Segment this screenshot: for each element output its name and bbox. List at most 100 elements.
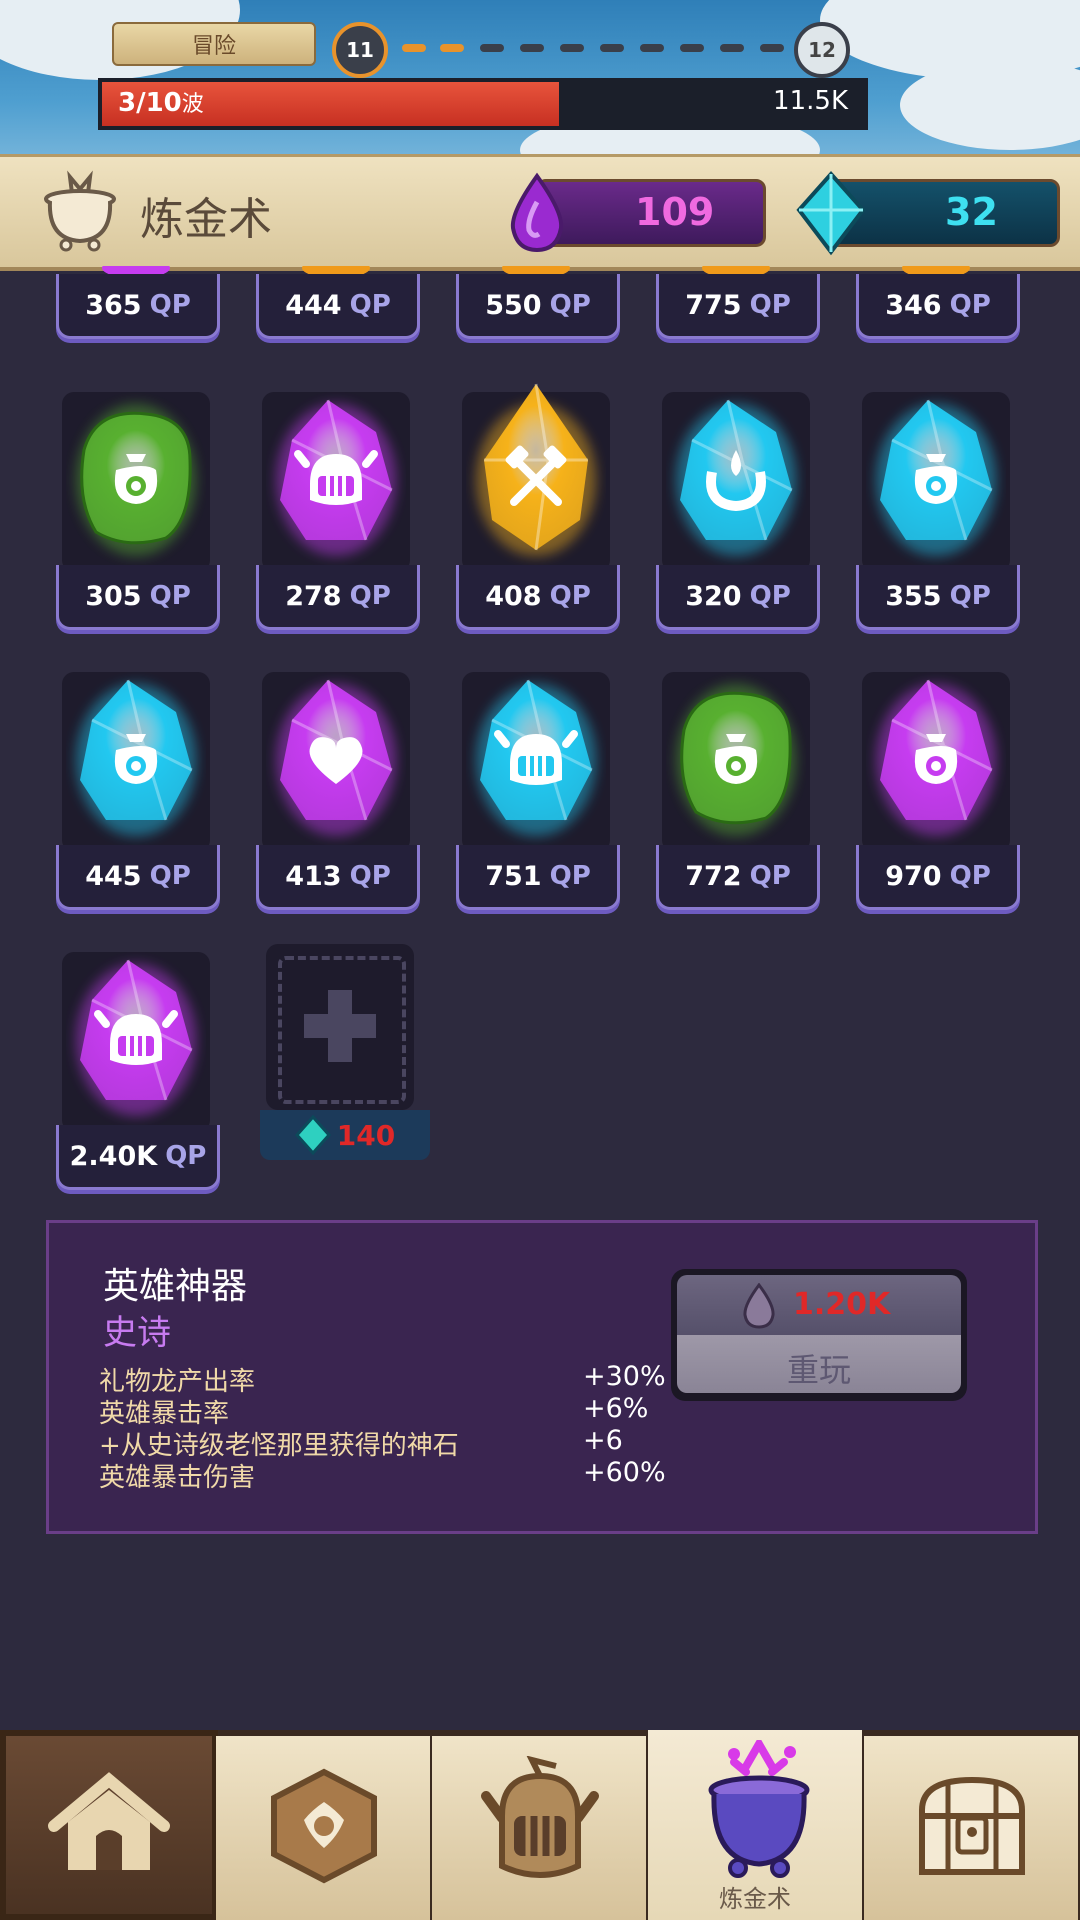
qp-unit: QP bbox=[349, 861, 391, 891]
qp-value-label: 772 QP bbox=[656, 845, 820, 910]
qp-unit: QP bbox=[349, 581, 391, 611]
qp-value-label: 355 QP bbox=[856, 565, 1020, 630]
plus-icon bbox=[304, 990, 376, 1062]
qp-value: 355 bbox=[885, 580, 942, 612]
progress-dot bbox=[480, 44, 504, 52]
qp-value: 408 bbox=[485, 580, 542, 612]
qp-unit: QP bbox=[349, 290, 391, 320]
nav-tab-hexagon[interactable] bbox=[216, 1736, 430, 1920]
artifact-slot[interactable]: 445 QP bbox=[56, 660, 220, 910]
artifact-gem bbox=[676, 399, 796, 556]
current-level: 11 bbox=[346, 38, 374, 62]
artifact-slot[interactable]: 413 QP bbox=[256, 660, 420, 910]
artifact-slot[interactable]: 772 QP bbox=[656, 660, 820, 910]
artifact-slot[interactable]: 775 QP bbox=[656, 266, 820, 360]
artifact-rarity: 史诗 bbox=[103, 1313, 171, 1353]
artifact-slot[interactable]: 365 QP bbox=[56, 266, 220, 360]
qp-value: 320 bbox=[685, 580, 742, 612]
house-icon bbox=[48, 1772, 170, 1870]
artifact-slot[interactable]: 320 QP bbox=[656, 380, 820, 630]
artifact-gem bbox=[76, 679, 196, 836]
gem-currency-panel: 32 bbox=[796, 170, 1060, 256]
artifact-grid: 365 QP 444 QP 550 QP 775 QP 346 QP 305 QP 278 QP 408 QP… bbox=[0, 266, 1080, 1200]
qp-value: 278 bbox=[285, 580, 342, 612]
nav-tab-chest[interactable] bbox=[864, 1736, 1078, 1920]
qp-unit: QP bbox=[149, 581, 191, 611]
artifact-slot[interactable]: 550 QP bbox=[456, 266, 620, 360]
artifact-slot[interactable]: 346 QP bbox=[856, 266, 1020, 360]
next-level-badge: 12 bbox=[794, 22, 850, 78]
qp-value: 365 bbox=[85, 289, 142, 321]
artifact-gem bbox=[276, 399, 396, 556]
qp-unit: QP bbox=[149, 861, 191, 891]
qp-value-label: 751 QP bbox=[456, 845, 620, 910]
adventure-label: 冒险 bbox=[191, 34, 236, 59]
qp-value-label: 444 QP bbox=[256, 274, 420, 339]
stat-name: 英雄暴击伤害 bbox=[99, 1463, 256, 1493]
qp-value: 772 bbox=[685, 860, 742, 892]
qp-unit: QP bbox=[949, 290, 991, 320]
progress-dot bbox=[680, 44, 704, 52]
stat-value: +6 bbox=[583, 1425, 623, 1456]
qp-value: 775 bbox=[685, 289, 742, 321]
treasure-chest-icon bbox=[919, 1776, 1025, 1875]
gem-currency-value: 32 bbox=[945, 190, 998, 234]
nav-tab-hero[interactable] bbox=[432, 1736, 646, 1920]
nav-tab-home[interactable] bbox=[0, 1730, 218, 1920]
reroll-label-area: 重玩 bbox=[677, 1335, 961, 1393]
qp-value-label: 413 QP bbox=[256, 845, 420, 910]
artifact-slot[interactable]: 970 QP bbox=[856, 660, 1020, 910]
qp-unit: QP bbox=[749, 290, 791, 320]
qp-unit: QP bbox=[549, 861, 591, 891]
artifact-gem bbox=[276, 679, 396, 836]
diamond-icon bbox=[294, 1115, 331, 1155]
qp-value-label: 278 QP bbox=[256, 565, 420, 630]
artifact-slot[interactable]: 408 QP bbox=[456, 380, 620, 630]
reroll-button[interactable]: 1.20K 重玩 bbox=[671, 1269, 967, 1401]
artifact-gem bbox=[476, 383, 596, 556]
qp-value-label: 408 QP bbox=[456, 565, 620, 630]
artifact-slot[interactable]: 2.40K QP bbox=[56, 940, 220, 1190]
reroll-label: 重玩 bbox=[786, 1351, 851, 1389]
stat-value: +60% bbox=[583, 1457, 666, 1488]
next-level: 12 bbox=[808, 38, 836, 62]
artifact-gem bbox=[876, 399, 996, 556]
qp-value-label: 365 QP bbox=[56, 274, 220, 339]
qp-value-label: 320 QP bbox=[656, 565, 820, 630]
artifact-slot[interactable]: 305 QP bbox=[56, 380, 220, 630]
qp-value-label: 305 QP bbox=[56, 565, 220, 630]
stat-value: +6% bbox=[583, 1393, 649, 1424]
qp-value: 444 bbox=[285, 289, 342, 321]
artifact-name: 英雄神器 bbox=[103, 1266, 248, 1307]
add-slot-frame bbox=[266, 944, 414, 1110]
artifact-slot[interactable]: 444 QP bbox=[256, 266, 420, 360]
artifact-gem bbox=[76, 959, 196, 1116]
qp-value-label: 346 QP bbox=[856, 274, 1020, 339]
artifact-gem bbox=[676, 684, 796, 836]
qp-value-label: 445 QP bbox=[56, 845, 220, 910]
qp-unit: QP bbox=[549, 581, 591, 611]
nav-tab-alchemy[interactable]: 炼金术 bbox=[648, 1730, 862, 1920]
add-artifact-slot[interactable]: 140 bbox=[260, 944, 430, 1164]
artifact-gem bbox=[76, 404, 196, 556]
purple-currency-panel: 109 bbox=[510, 172, 766, 253]
purple-drop-icon bbox=[743, 1283, 775, 1329]
current-level-badge: 11 bbox=[332, 22, 388, 78]
artifact-slot[interactable]: 278 QP bbox=[256, 380, 420, 630]
wave-counter: 3/10波 bbox=[118, 88, 204, 118]
qp-unit: QP bbox=[949, 581, 991, 611]
progress-dot bbox=[440, 44, 464, 52]
hexagon-badge-icon bbox=[271, 1768, 377, 1884]
adventure-tag: 冒险 bbox=[112, 22, 316, 66]
qp-unit: QP bbox=[749, 581, 791, 611]
artifact-gem bbox=[876, 679, 996, 836]
wave-progress-bar: 3/10波 11.5K bbox=[98, 78, 868, 130]
qp-value: 305 bbox=[85, 580, 142, 612]
artifact-slot[interactable]: 751 QP bbox=[456, 660, 620, 910]
diamond-icon bbox=[796, 170, 866, 256]
qp-value: 413 bbox=[285, 860, 342, 892]
artifact-slot[interactable]: 355 QP bbox=[856, 380, 1020, 630]
qp-value-label: 775 QP bbox=[656, 274, 820, 339]
reroll-cost-area: 1.20K bbox=[677, 1275, 961, 1335]
progress-dot bbox=[520, 44, 544, 52]
